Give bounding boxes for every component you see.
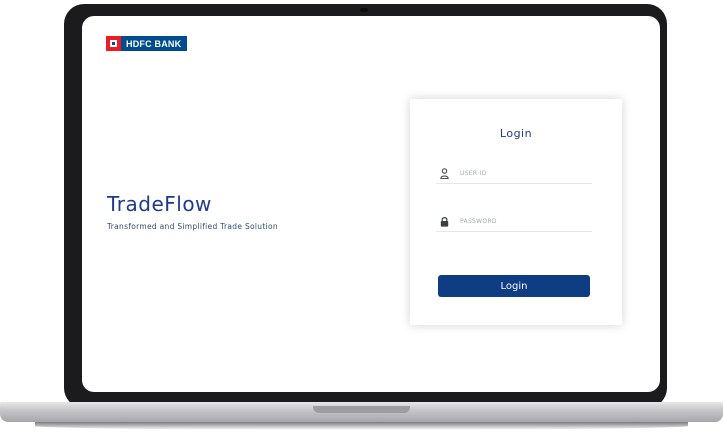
login-heading: Login: [499, 127, 533, 140]
app-screen: HDFC BANK TradeFlow Transformed and Simp…: [82, 16, 660, 392]
lock-icon: [438, 215, 450, 227]
login-card: Login Login: [410, 99, 622, 325]
app-title: TradeFlow: [107, 192, 212, 216]
hdfc-logo-mark: [106, 36, 121, 51]
laptop-camera: [360, 8, 368, 12]
user-id-field[interactable]: [436, 163, 592, 184]
logo-text: HDFC BANK: [121, 36, 188, 51]
password-field[interactable]: [436, 211, 592, 232]
password-input[interactable]: [460, 217, 580, 225]
laptop-base-notch: [313, 406, 410, 413]
login-button[interactable]: Login: [438, 275, 590, 297]
laptop-shadow: [35, 422, 688, 430]
hdfc-bank-logo: HDFC BANK: [106, 36, 188, 51]
user-icon: [438, 167, 450, 179]
app-tagline: Transformed and Simplified Trade Solutio…: [107, 222, 278, 231]
user-id-input[interactable]: [460, 169, 580, 177]
